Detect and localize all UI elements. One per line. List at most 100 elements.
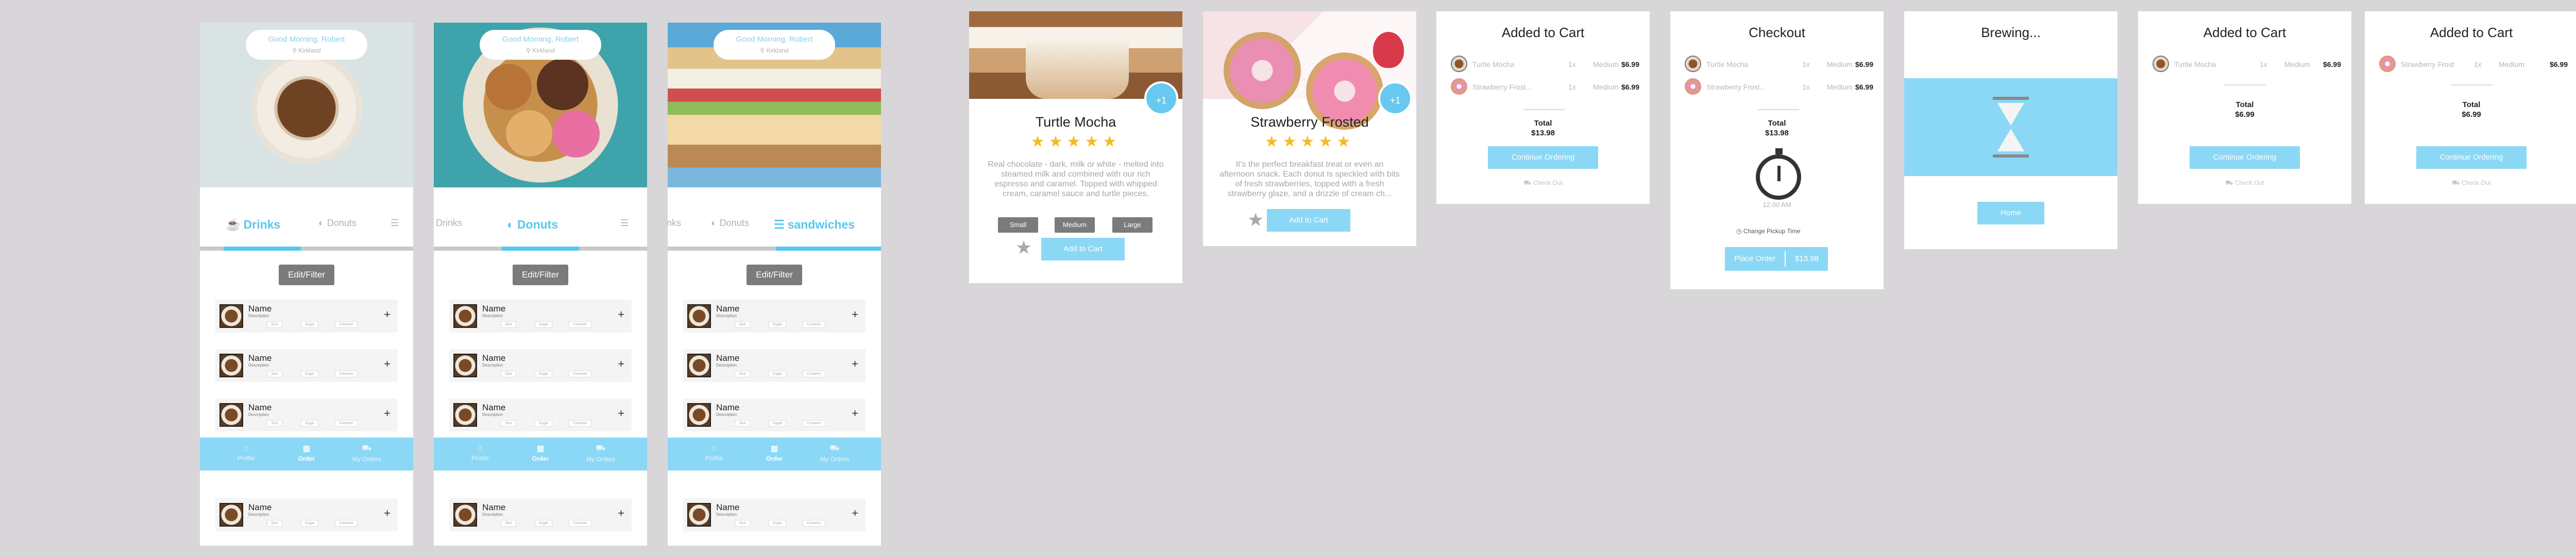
category-donuts[interactable]: ◐ Donuts <box>318 218 357 229</box>
size-chip[interactable]: Size <box>501 371 516 377</box>
size-chip[interactable]: Size <box>735 321 750 328</box>
size-chip[interactable]: Size <box>501 321 516 328</box>
category-sandwiches[interactable]: ☰ sandwiches <box>774 218 855 232</box>
add-item-button[interactable]: + <box>618 407 624 420</box>
list-item[interactable]: Name Description Size Sugar Creamer + <box>449 300 632 333</box>
size-chip[interactable]: Size <box>267 321 282 328</box>
list-item[interactable]: Name Description Size Sugar Creamer + <box>449 349 632 382</box>
list-item[interactable]: Name Description Size Sugar Creamer + <box>683 300 866 333</box>
add-item-button[interactable]: + <box>384 357 391 371</box>
list-item[interactable]: Name Description Size Sugar Creamer + <box>683 398 866 431</box>
continue-ordering-button[interactable]: Continue Ordering <box>2190 146 2300 169</box>
bottom-tab-bar: ⌂ Profile ▥ Order ⛟ My Orders <box>434 438 647 471</box>
add-item-button[interactable]: + <box>384 308 391 321</box>
creamer-chip[interactable]: Creamer <box>803 420 825 427</box>
add-item-button[interactable]: + <box>852 507 858 520</box>
size-chip[interactable]: Size <box>735 420 750 427</box>
edit-filter-button[interactable]: Edit/Filter <box>513 265 568 285</box>
size-small-button[interactable]: Small <box>998 217 1038 233</box>
category-sandwiches[interactable]: ☰ <box>391 218 402 229</box>
add-item-button[interactable]: + <box>618 357 624 371</box>
add-to-cart-button[interactable]: Add to Cart <box>1041 238 1125 260</box>
tab-my-orders[interactable]: ⛟ My Orders <box>814 444 855 463</box>
list-item[interactable]: Name Description Size Sugar Creamer + <box>683 498 866 531</box>
creamer-chip[interactable]: Creamer <box>569 420 591 427</box>
size-chip[interactable]: Size <box>501 420 516 427</box>
tab-profile[interactable]: ⌂ Profile <box>693 444 735 462</box>
add-item-button[interactable]: + <box>852 407 858 420</box>
sugar-chip[interactable]: Sugar <box>535 520 552 527</box>
category-donuts[interactable]: ◐ Donuts <box>711 218 749 229</box>
list-item[interactable]: Name Description Size Sugar Creamer + <box>683 349 866 382</box>
size-chip[interactable]: Size <box>735 520 750 527</box>
creamer-chip[interactable]: Creamer <box>335 420 358 427</box>
list-item[interactable]: Name Description Size Sugar Creamer + <box>215 300 398 333</box>
category-drinks[interactable]: ☕ Drinks <box>226 218 280 232</box>
creamer-chip[interactable]: Creamer <box>803 321 825 328</box>
category-donuts[interactable]: ◐ Donuts <box>507 218 558 232</box>
size-chip[interactable]: Size <box>501 520 516 527</box>
creamer-chip[interactable]: Creamer <box>335 371 358 377</box>
size-chip[interactable]: Size <box>267 520 282 527</box>
add-item-button[interactable]: + <box>384 407 391 420</box>
add-item-button[interactable]: + <box>618 507 624 520</box>
size-medium-button[interactable]: Medium <box>1055 217 1095 233</box>
favorite-star-icon[interactable]: ★ <box>1015 237 1032 258</box>
sugar-chip[interactable]: Sugar <box>769 420 786 427</box>
category-sandwiches[interactable]: ☰ <box>620 218 632 229</box>
edit-filter-button[interactable]: Edit/Filter <box>747 265 802 285</box>
creamer-chip[interactable]: Creamer <box>803 371 825 377</box>
sugar-chip[interactable]: Sugar <box>535 371 552 377</box>
list-item[interactable]: Name Description Size Sugar Creamer + <box>449 398 632 431</box>
list-item[interactable]: Name Description Size Sugar Creamer + <box>215 349 398 382</box>
add-item-button[interactable]: + <box>852 308 858 321</box>
creamer-chip[interactable]: Creamer <box>569 371 591 377</box>
add-item-button[interactable]: + <box>618 308 624 321</box>
tab-profile[interactable]: ⌂ Profile <box>460 444 501 462</box>
creamer-chip[interactable]: Creamer <box>569 321 591 328</box>
favorite-star-icon[interactable]: ★ <box>1247 209 1264 231</box>
quantity-badge[interactable]: +1 <box>1378 81 1412 115</box>
size-large-button[interactable]: Large <box>1112 217 1153 233</box>
list-item[interactable]: Name Description Size Sugar Creamer + <box>449 498 632 531</box>
tab-profile[interactable]: ⌂ Profile <box>226 444 267 462</box>
home-button[interactable]: Home <box>1977 202 2044 224</box>
continue-ordering-button[interactable]: Continue Ordering <box>2416 146 2527 169</box>
sugar-chip[interactable]: Sugar <box>535 321 552 328</box>
add-item-button[interactable]: + <box>852 357 858 371</box>
category-drinks[interactable]: nks <box>668 218 681 229</box>
add-item-button[interactable]: + <box>384 507 391 520</box>
tab-order[interactable]: ▥ Order <box>520 444 561 462</box>
sugar-chip[interactable]: Sugar <box>769 321 786 328</box>
sugar-chip[interactable]: Sugar <box>769 371 786 377</box>
quantity-badge[interactable]: +1 <box>1144 81 1178 115</box>
change-pickup-link[interactable]: ◷ Change Pickup Time <box>1736 228 1801 235</box>
continue-ordering-button[interactable]: Continue Ordering <box>1488 146 1598 169</box>
sugar-chip[interactable]: Sugar <box>301 371 318 377</box>
checkout-link[interactable]: ⛟ Check Out <box>2138 179 2351 187</box>
sugar-chip[interactable]: Sugar <box>301 520 318 527</box>
sugar-chip[interactable]: Sugar <box>535 420 552 427</box>
checkout-link[interactable]: ⛟ Check Out <box>2365 179 2576 187</box>
size-chip[interactable]: Size <box>267 420 282 427</box>
tab-my-orders[interactable]: ⛟ My Orders <box>580 444 621 463</box>
checkout-link[interactable]: ⛟ Check Out <box>1436 179 1650 187</box>
list-item[interactable]: Name Description Size Sugar Creamer + <box>215 398 398 431</box>
size-chip[interactable]: Size <box>267 371 282 377</box>
tab-order[interactable]: ▥ Order <box>286 444 327 462</box>
sugar-chip[interactable]: Sugar <box>301 420 318 427</box>
sugar-chip[interactable]: Sugar <box>301 321 318 328</box>
creamer-chip[interactable]: Creamer <box>569 520 591 527</box>
sugar-chip[interactable]: Sugar <box>769 520 786 527</box>
category-drinks[interactable]: Drinks <box>436 218 462 229</box>
edit-filter-button[interactable]: Edit/Filter <box>279 265 334 285</box>
creamer-chip[interactable]: Creamer <box>335 520 358 527</box>
tab-my-orders[interactable]: ⛟ My Orders <box>346 444 387 463</box>
size-chip[interactable]: Size <box>735 371 750 377</box>
creamer-chip[interactable]: Creamer <box>335 321 358 328</box>
tab-order[interactable]: ▥ Order <box>754 444 795 462</box>
add-to-cart-button[interactable]: Add to Cart <box>1267 209 1350 232</box>
list-item[interactable]: Name Description Size Sugar Creamer + <box>215 498 398 531</box>
creamer-chip[interactable]: Creamer <box>803 520 825 527</box>
place-order-button[interactable]: Place Order $13.98 <box>1725 247 1828 271</box>
